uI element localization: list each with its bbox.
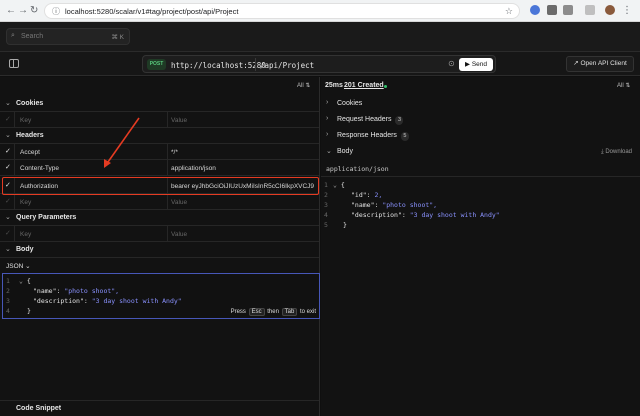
body-code-editor[interactable]: 1 ⌄ { 2 "name": "photo shoot", 3 "descri… bbox=[2, 273, 320, 319]
address-bar[interactable]: ⓘ localhost:5280/scalar/v1#tag/project/p… bbox=[44, 3, 520, 19]
code-snippet-section-header[interactable]: Code Snippet bbox=[0, 400, 319, 416]
extension-icon[interactable] bbox=[530, 5, 540, 15]
header-key-input[interactable]: Key bbox=[20, 199, 31, 206]
send-label: Send bbox=[471, 61, 487, 68]
divider bbox=[255, 58, 256, 71]
checkbox-icon[interactable]: ✓ bbox=[5, 197, 11, 205]
request-panel: All ⇅ ⌄ Cookies ✓ Key Value ⌄ Headers ✓ … bbox=[0, 77, 320, 416]
forward-icon[interactable]: → bbox=[18, 5, 28, 17]
response-body-viewer[interactable]: 1 ⌄ { 2 "id": 2, 3 "name": "photo shoot"… bbox=[321, 179, 640, 239]
chevron-right-icon: › bbox=[326, 131, 329, 138]
response-headers-header[interactable]: › Response Headers 5 bbox=[321, 128, 640, 144]
body-format-row: JSON ⌄ bbox=[0, 258, 319, 274]
history-icon[interactable]: ⊙ bbox=[448, 59, 455, 68]
header-value[interactable]: application/json bbox=[171, 165, 316, 172]
chevron-down-icon: ⌄ bbox=[5, 132, 11, 139]
body-section-header[interactable]: ⌄ Body bbox=[0, 242, 319, 258]
site-info-icon[interactable]: ⓘ bbox=[52, 6, 60, 17]
response-cookies-title: Cookies bbox=[337, 100, 363, 107]
search-placeholder: Search bbox=[21, 33, 44, 40]
status-badge: 201 Created bbox=[344, 82, 384, 89]
cookies-section-header[interactable]: ⌄ Cookies bbox=[0, 96, 319, 112]
response-cookies-header[interactable]: › Cookies bbox=[321, 96, 640, 112]
chevron-right-icon: › bbox=[326, 99, 329, 106]
browser-toolbar: ← → ↻ ⓘ localhost:5280/scalar/v1#tag/pro… bbox=[0, 0, 640, 22]
back-icon[interactable]: ← bbox=[6, 5, 16, 17]
query-title: Query Parameters bbox=[16, 214, 77, 221]
query-key-input[interactable]: Key bbox=[20, 231, 31, 238]
checkbox-checked-icon[interactable]: ✓ bbox=[5, 163, 11, 171]
header-value-input[interactable]: Value bbox=[171, 199, 187, 206]
headers-section-header[interactable]: ⌄ Headers bbox=[0, 128, 319, 144]
cookie-value-input[interactable]: Value bbox=[171, 117, 187, 124]
annotation-highlight-box bbox=[2, 177, 319, 195]
response-content-type: application/json bbox=[326, 165, 389, 173]
content-type-row: application/json bbox=[321, 161, 640, 177]
checkbox-icon[interactable]: ✓ bbox=[5, 115, 11, 123]
body-title: Body bbox=[16, 246, 34, 253]
sidebar-toggle-icon[interactable] bbox=[9, 59, 19, 68]
search-input[interactable]: ⌕ Search ⌘ K bbox=[6, 28, 130, 45]
chevron-down-icon: ⌄ bbox=[5, 214, 11, 221]
puzzle-icon[interactable] bbox=[563, 5, 573, 15]
request-path-input[interactable]: /api/Project bbox=[260, 61, 314, 70]
response-time: 25ms bbox=[325, 82, 343, 89]
server-host[interactable]: http://localhost:5280 bbox=[171, 61, 266, 70]
search-shortcut: ⌘ K bbox=[111, 34, 124, 41]
response-body-title: Body bbox=[337, 148, 353, 155]
open-api-client-label: Open API Client bbox=[580, 60, 627, 67]
chevron-right-icon: › bbox=[326, 115, 329, 122]
all-filter[interactable]: All ⇅ bbox=[617, 82, 630, 89]
count-badge: 5 bbox=[400, 132, 409, 141]
chevron-down-icon: ⌄ bbox=[5, 100, 11, 107]
query-empty-row: ✓ Key Value bbox=[0, 226, 319, 242]
code-snippet-title: Code Snippet bbox=[16, 405, 62, 412]
method-badge[interactable]: POST bbox=[147, 59, 166, 70]
response-headers-title: Response Headers bbox=[337, 132, 397, 139]
open-api-client-button[interactable]: ↗ Open API Client bbox=[566, 56, 634, 72]
status-dot-icon bbox=[384, 85, 387, 88]
chevron-down-icon: ⌄ bbox=[326, 148, 332, 155]
bookmark-star-icon[interactable]: ☆ bbox=[505, 6, 513, 17]
header-key[interactable]: Accept bbox=[20, 149, 40, 156]
request-address-bar[interactable]: POST http://localhost:5280 /api/Project … bbox=[142, 55, 496, 73]
external-link-icon: ↗ bbox=[573, 60, 581, 67]
search-icon: ⌕ bbox=[11, 32, 15, 39]
request-headers-header[interactable]: › Request Headers 3 bbox=[321, 112, 640, 128]
avatar[interactable] bbox=[605, 5, 615, 15]
cookies-title: Cookies bbox=[16, 100, 44, 107]
query-value-input[interactable]: Value bbox=[171, 231, 187, 238]
editor-exit-hint: Press Esc then Tab to exit bbox=[230, 308, 316, 316]
request-bar: POST http://localhost:5280 /api/Project … bbox=[0, 52, 640, 76]
checkbox-checked-icon[interactable]: ✓ bbox=[5, 147, 11, 155]
header-row-accept: ✓ Accept */* bbox=[0, 144, 319, 160]
app-header: ⌕ Search ⌘ K bbox=[0, 22, 640, 52]
request-headers-title: Request Headers bbox=[337, 116, 392, 123]
download-link[interactable]: ⤓ Download bbox=[601, 149, 632, 156]
header-row-content-type: ✓ Content-Type application/json bbox=[0, 160, 319, 176]
reload-icon[interactable]: ↻ bbox=[30, 5, 38, 17]
response-body-header[interactable]: ⌄ Body ⤓ Download bbox=[321, 144, 640, 160]
split-view-icon[interactable] bbox=[585, 5, 595, 15]
chevron-down-icon: ⌄ bbox=[5, 246, 11, 253]
header-key[interactable]: Content-Type bbox=[20, 165, 59, 172]
send-icon: ▶ bbox=[465, 61, 472, 68]
response-panel: 25ms 201 Created All ⇅ › Cookies › Reque… bbox=[321, 77, 640, 416]
url-text: localhost:5280/scalar/v1#tag/project/pos… bbox=[65, 7, 239, 16]
extension-icon[interactable] bbox=[547, 5, 557, 15]
menu-kebab-icon[interactable]: ⋮ bbox=[622, 5, 632, 17]
query-section-header[interactable]: ⌄ Query Parameters bbox=[0, 210, 319, 226]
header-value[interactable]: */* bbox=[171, 149, 316, 156]
count-badge: 3 bbox=[395, 116, 404, 125]
headers-title: Headers bbox=[16, 132, 44, 139]
cookie-empty-row: ✓ Key Value bbox=[0, 112, 319, 128]
body-format-select[interactable]: JSON ⌄ bbox=[6, 262, 31, 270]
checkbox-icon[interactable]: ✓ bbox=[5, 229, 11, 237]
cookie-key-input[interactable]: Key bbox=[20, 117, 31, 124]
all-filter[interactable]: All ⇅ bbox=[297, 82, 310, 89]
header-empty-row: ✓ Key Value bbox=[0, 194, 319, 210]
send-button[interactable]: ▶ Send bbox=[459, 58, 493, 71]
chevron-down-icon: ⌄ bbox=[25, 263, 31, 270]
